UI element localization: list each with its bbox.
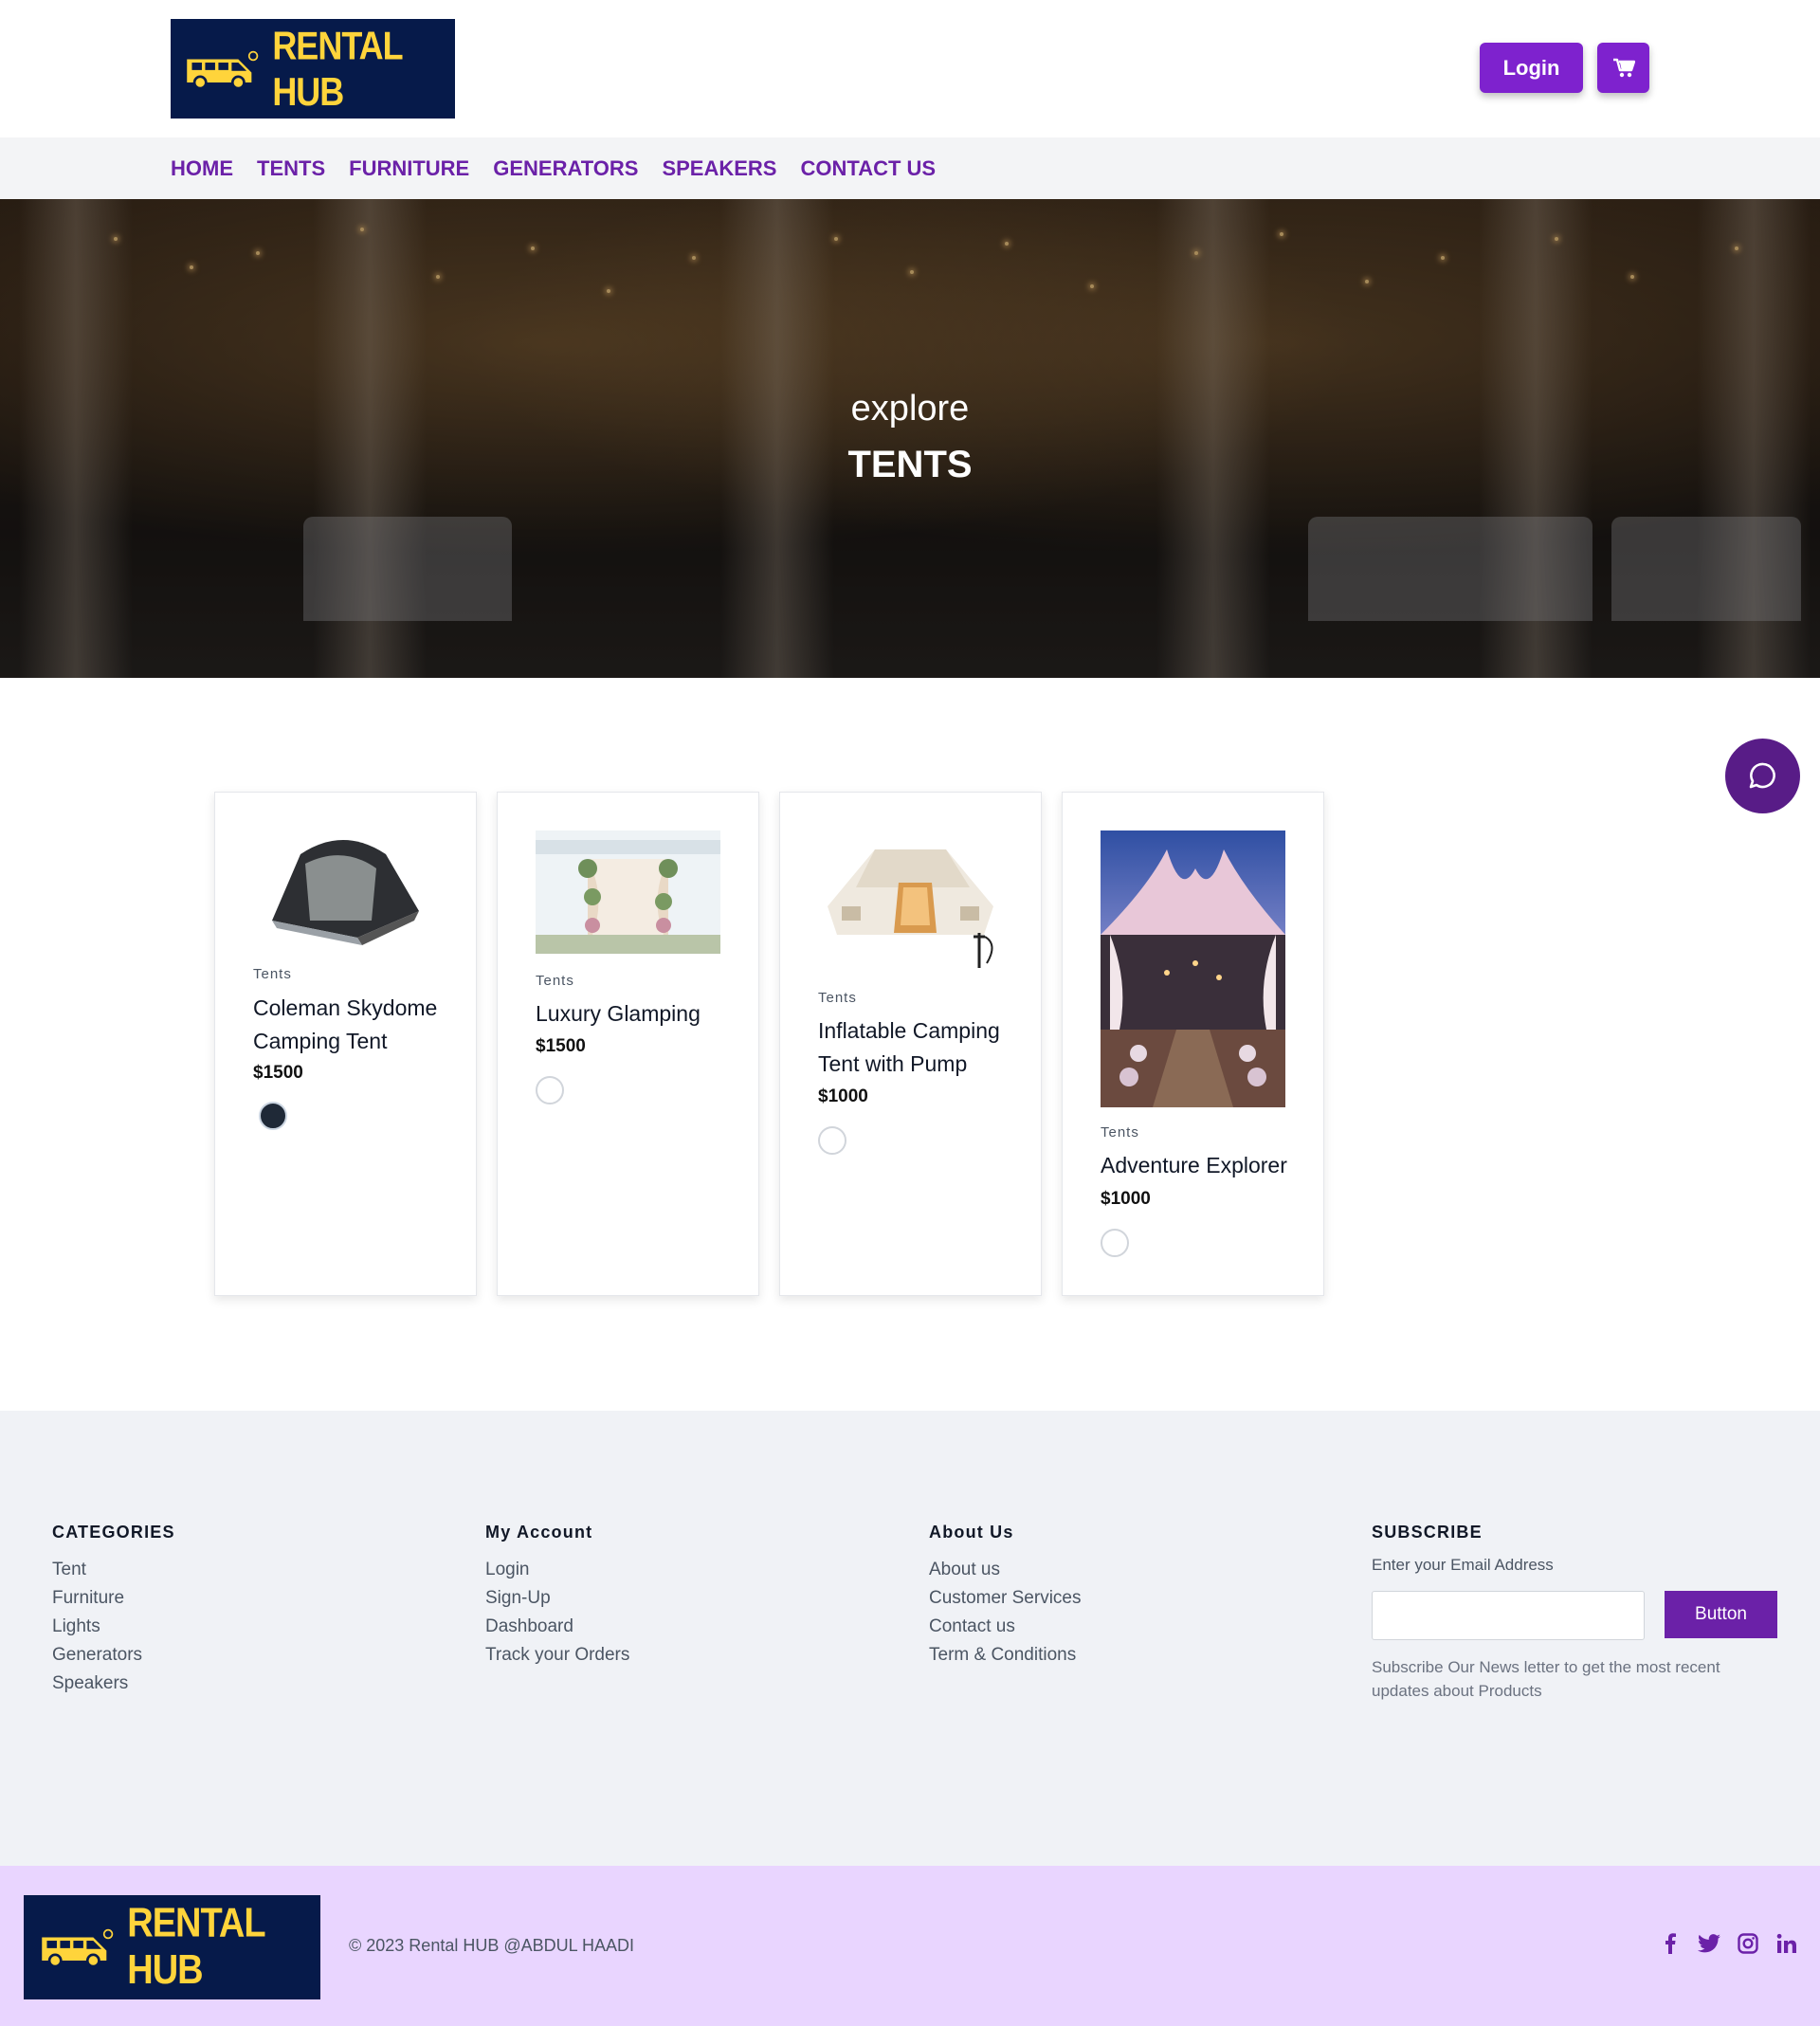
footer-link-generators[interactable]: Generators bbox=[52, 1641, 175, 1670]
cart-button[interactable] bbox=[1597, 43, 1649, 93]
social-links bbox=[1659, 1932, 1798, 1955]
product-card[interactable]: Tents Adventure Explorer $1000 bbox=[1062, 792, 1324, 1296]
color-swatch[interactable] bbox=[818, 1126, 846, 1155]
hero-banner: explore TENTS bbox=[0, 199, 1820, 678]
footer-link-signup[interactable]: Sign-Up bbox=[485, 1584, 629, 1613]
footer-brand-name: RENTAL HUB bbox=[127, 1900, 265, 1994]
product-category: Tents bbox=[536, 973, 574, 989]
footer-link-furniture[interactable]: Furniture bbox=[52, 1584, 175, 1613]
product-title[interactable]: Luxury Glamping bbox=[536, 997, 735, 1031]
nav-home[interactable]: HOME bbox=[171, 156, 233, 181]
footer-heading: SUBSCRIBE bbox=[1372, 1523, 1483, 1542]
main-nav: HOME TENTS FURNITURE GENERATORS SPEAKERS… bbox=[0, 137, 1820, 199]
product-category: Tents bbox=[253, 966, 292, 982]
product-title[interactable]: Adventure Explorer bbox=[1101, 1149, 1300, 1182]
footer-account: My Account Login Sign-Up Dashboard Track… bbox=[485, 1523, 629, 1670]
footer-link-customer-services[interactable]: Customer Services bbox=[929, 1584, 1082, 1613]
footer-link-dashboard[interactable]: Dashboard bbox=[485, 1613, 629, 1641]
subscribe-note: Subscribe Our News letter to get the mos… bbox=[1372, 1658, 1720, 1700]
color-swatch[interactable] bbox=[536, 1076, 564, 1104]
email-input[interactable] bbox=[1372, 1591, 1645, 1640]
nav-generators[interactable]: GENERATORS bbox=[493, 156, 638, 181]
footer-about: About Us About us Customer Services Cont… bbox=[929, 1523, 1082, 1670]
hero-title: TENTS bbox=[847, 444, 973, 485]
subscribe-button[interactable]: Button bbox=[1665, 1591, 1777, 1638]
footer-bottom-bar: RENTAL HUB © 2023 Rental HUB @ABDUL HAAD… bbox=[0, 1866, 1820, 2026]
brand-name: RENTAL HUB bbox=[272, 23, 403, 114]
product-price: $1500 bbox=[536, 1036, 586, 1056]
footer-link-terms[interactable]: Term & Conditions bbox=[929, 1641, 1082, 1670]
product-title[interactable]: Inflatable Camping Tent with Pump bbox=[818, 1014, 1017, 1081]
nav-furniture[interactable]: FURNITURE bbox=[349, 156, 469, 181]
product-card[interactable]: Tents Luxury Glamping $1500 bbox=[497, 792, 759, 1296]
linkedin-icon[interactable] bbox=[1775, 1932, 1798, 1955]
footer-subscribe: SUBSCRIBE Enter your Email Address Butto… bbox=[1372, 1523, 1779, 1712]
header: RENTAL HUB Login bbox=[0, 0, 1820, 137]
product-image bbox=[536, 830, 720, 954]
van-icon bbox=[187, 50, 259, 89]
email-label: Enter your Email Address bbox=[1372, 1556, 1554, 1574]
footer-heading: CATEGORIES bbox=[52, 1523, 175, 1542]
twitter-icon[interactable] bbox=[1698, 1932, 1720, 1955]
product-card[interactable]: Tents Coleman Skydome Camping Tent $1500 bbox=[214, 792, 477, 1296]
footer-brand-logo[interactable]: RENTAL HUB bbox=[24, 1895, 320, 1999]
footer-heading: My Account bbox=[485, 1523, 593, 1542]
product-category: Tents bbox=[818, 990, 857, 1006]
product-category: Tents bbox=[1101, 1124, 1139, 1141]
product-image bbox=[272, 840, 419, 945]
footer-link-tent[interactable]: Tent bbox=[52, 1556, 175, 1584]
product-price: $1000 bbox=[818, 1086, 868, 1106]
facebook-icon[interactable] bbox=[1659, 1932, 1682, 1955]
brand-logo[interactable]: RENTAL HUB bbox=[171, 19, 455, 119]
footer-link-contact-us[interactable]: Contact us bbox=[929, 1613, 1082, 1641]
footer: CATEGORIES Tent Furniture Lights Generat… bbox=[0, 1411, 1820, 1866]
product-card[interactable]: Tents Inflatable Camping Tent with Pump … bbox=[779, 792, 1042, 1296]
footer-link-track-orders[interactable]: Track your Orders bbox=[485, 1641, 629, 1670]
footer-link-login[interactable]: Login bbox=[485, 1556, 629, 1584]
copyright-text: © 2023 Rental HUB @ABDUL HAADI bbox=[349, 1936, 634, 1955]
nav-contact-us[interactable]: CONTACT US bbox=[801, 156, 937, 181]
product-image bbox=[1101, 830, 1285, 1107]
hero-subtitle: explore bbox=[850, 389, 970, 429]
instagram-icon[interactable] bbox=[1737, 1932, 1759, 1955]
footer-link-lights[interactable]: Lights bbox=[52, 1613, 175, 1641]
chat-button[interactable] bbox=[1725, 739, 1800, 813]
footer-heading: About Us bbox=[929, 1523, 1014, 1542]
color-swatch[interactable] bbox=[259, 1102, 287, 1130]
product-title[interactable]: Coleman Skydome Camping Tent bbox=[253, 992, 452, 1058]
cart-icon bbox=[1612, 58, 1635, 77]
footer-link-about-us[interactable]: About us bbox=[929, 1556, 1082, 1584]
chat-icon bbox=[1749, 762, 1775, 788]
product-price: $1000 bbox=[1101, 1189, 1151, 1209]
nav-tents[interactable]: TENTS bbox=[257, 156, 325, 181]
login-button[interactable]: Login bbox=[1480, 43, 1583, 93]
van-icon bbox=[42, 1928, 114, 1968]
product-price: $1500 bbox=[253, 1063, 303, 1083]
product-image bbox=[828, 849, 993, 968]
footer-categories: CATEGORIES Tent Furniture Lights Generat… bbox=[52, 1523, 175, 1698]
color-swatch[interactable] bbox=[1101, 1229, 1129, 1257]
footer-link-speakers[interactable]: Speakers bbox=[52, 1670, 175, 1698]
nav-speakers[interactable]: SPEAKERS bbox=[662, 156, 776, 181]
